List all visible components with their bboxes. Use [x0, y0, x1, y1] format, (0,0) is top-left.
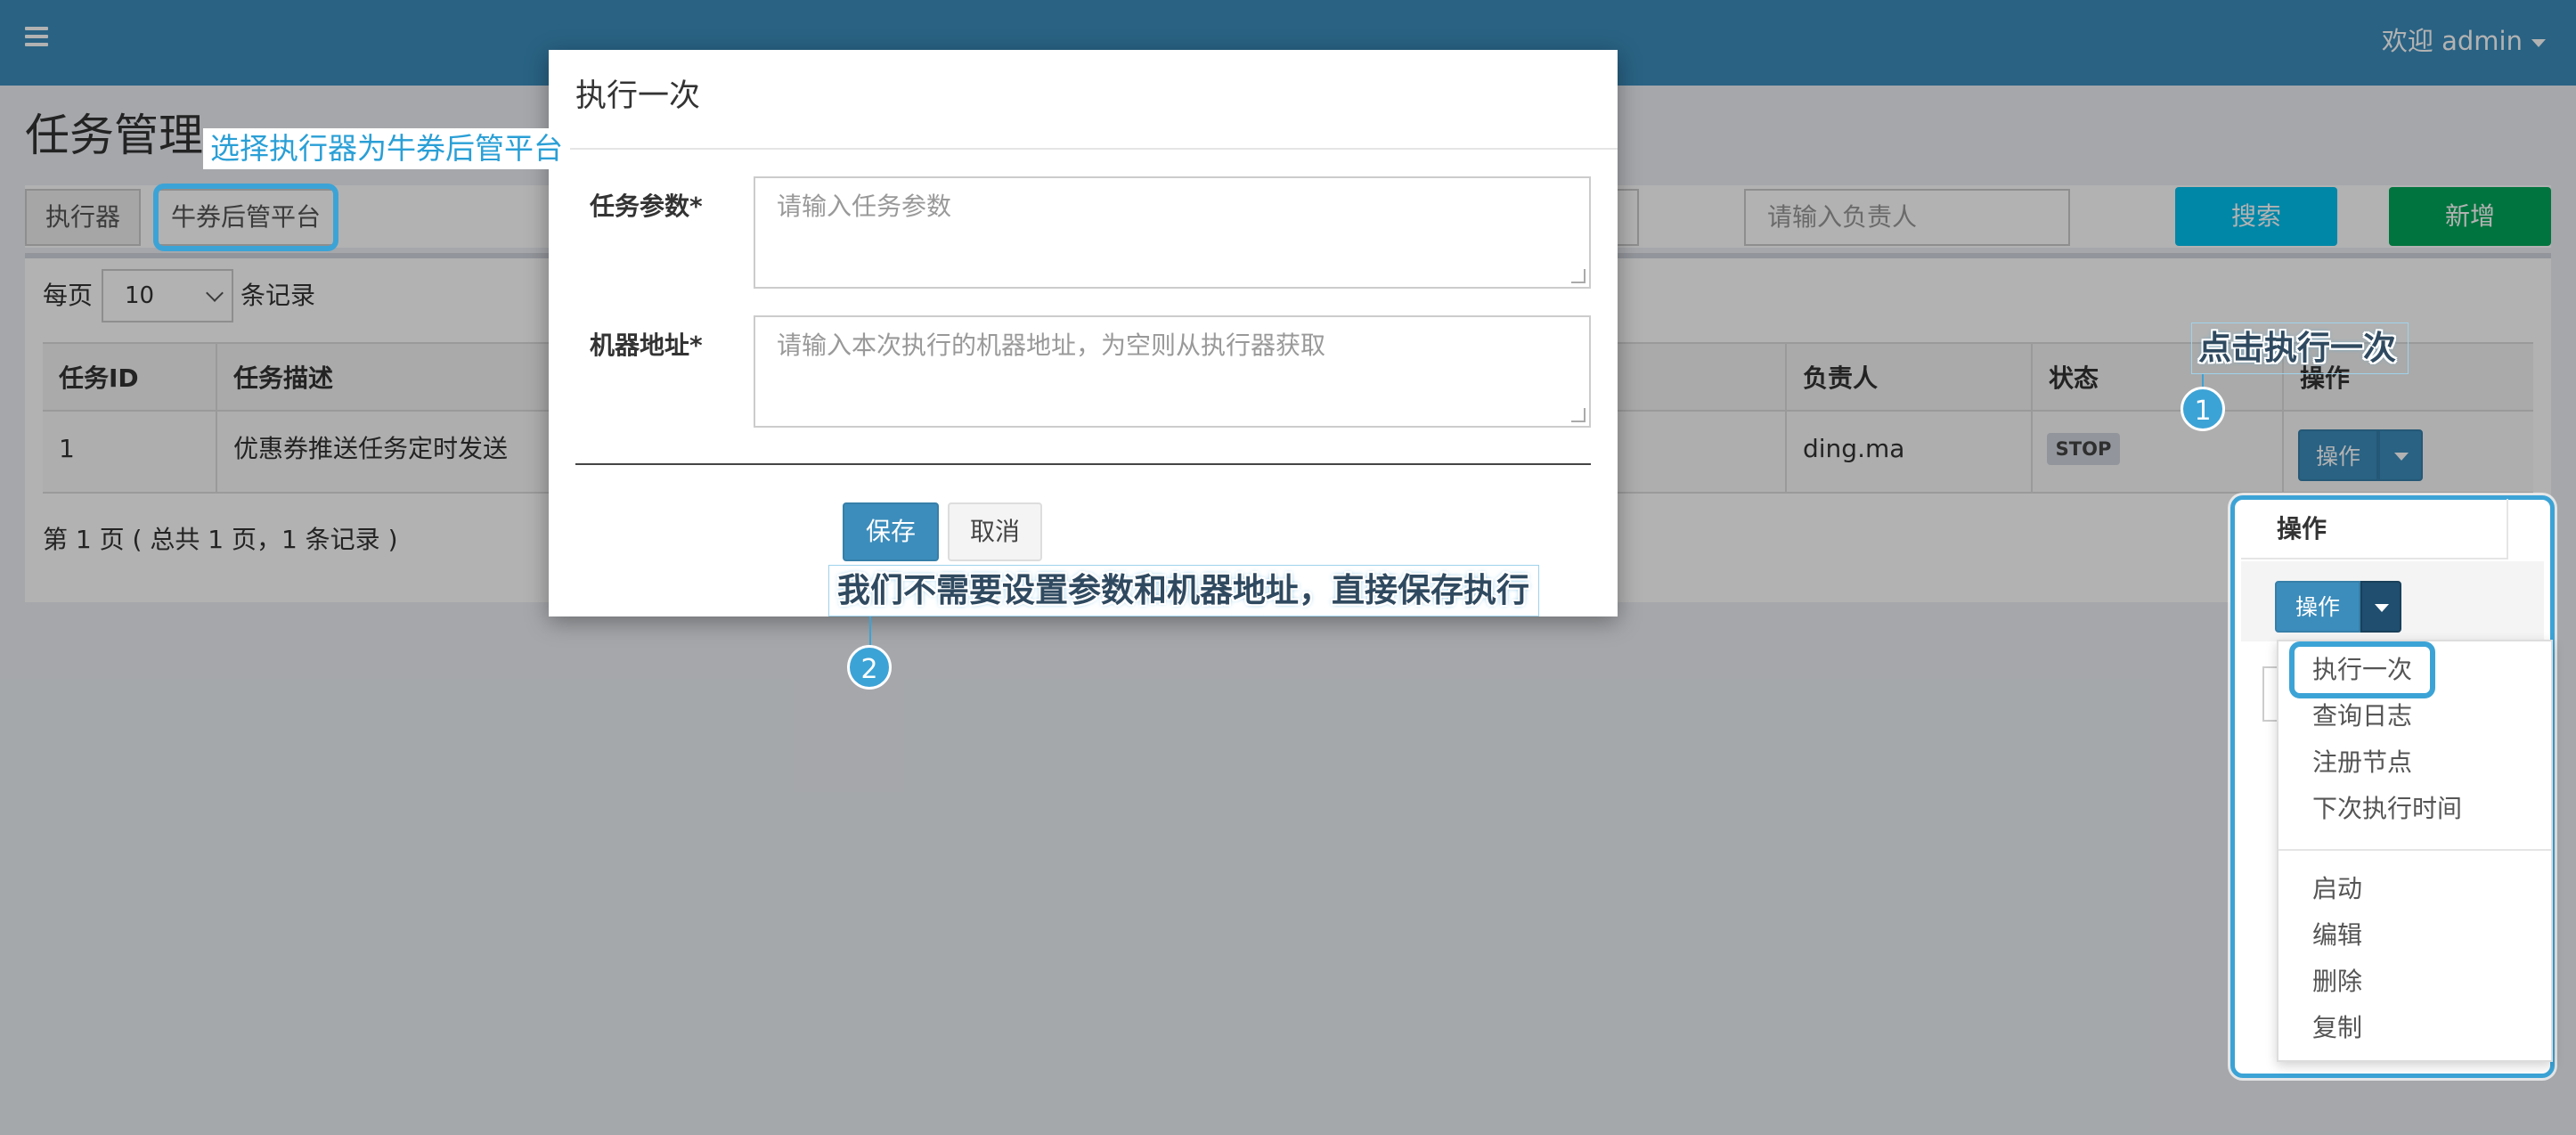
- leader-line: [869, 616, 871, 645]
- task-param-placeholder: 请输入任务参数: [777, 192, 952, 221]
- address-label: 机器地址*: [590, 331, 703, 360]
- task-param-textarea[interactable]: 请输入任务参数: [754, 176, 1591, 289]
- callout-action-toggle[interactable]: [2360, 581, 2401, 633]
- modal-title: 执行一次: [575, 78, 701, 114]
- menu-item-next-trigger-time[interactable]: 下次执行时间: [2312, 791, 2462, 827]
- hint-executor: 选择执行器为牛券后管平台: [203, 128, 570, 169]
- hint-step1: 点击执行一次: [2198, 329, 2396, 367]
- address-textarea[interactable]: 请输入本次执行的机器地址，为空则从执行器获取: [754, 315, 1591, 428]
- menu-item-query-log[interactable]: 查询日志: [2312, 698, 2412, 734]
- resize-grip-icon[interactable]: [1571, 408, 1586, 422]
- task-param-label: 任务参数*: [590, 192, 703, 221]
- menu-divider: [2278, 849, 2551, 851]
- menu-item-edit[interactable]: 编辑: [2312, 918, 2362, 953]
- step-badge-2: 2: [847, 645, 892, 690]
- step-badge-1: 1: [2181, 387, 2225, 431]
- menu-item-start[interactable]: 启动: [2312, 871, 2362, 907]
- run-once-highlight-ring: [2289, 641, 2435, 698]
- callout-col-header: 操作: [2241, 499, 2508, 559]
- resize-grip-icon[interactable]: [1571, 269, 1586, 283]
- cancel-button[interactable]: 取消: [948, 502, 1042, 561]
- menu-item-registry-nodes[interactable]: 注册节点: [2312, 745, 2412, 780]
- modal-header-divider: [549, 148, 1618, 150]
- callout-action-button[interactable]: 操作: [2275, 581, 2360, 633]
- hint-step2: 我们不需要设置参数和机器地址，直接保存执行: [837, 571, 1529, 609]
- menu-item-delete[interactable]: 删除: [2312, 964, 2362, 1000]
- address-placeholder: 请输入本次执行的机器地址，为空则从执行器获取: [777, 331, 1326, 360]
- modal-footer-divider: [575, 463, 1591, 465]
- menu-item-copy[interactable]: 复制: [2312, 1010, 2362, 1046]
- save-button[interactable]: 保存: [843, 502, 939, 561]
- executor-highlight-ring: [153, 184, 338, 251]
- caret-down-icon: [2375, 604, 2389, 612]
